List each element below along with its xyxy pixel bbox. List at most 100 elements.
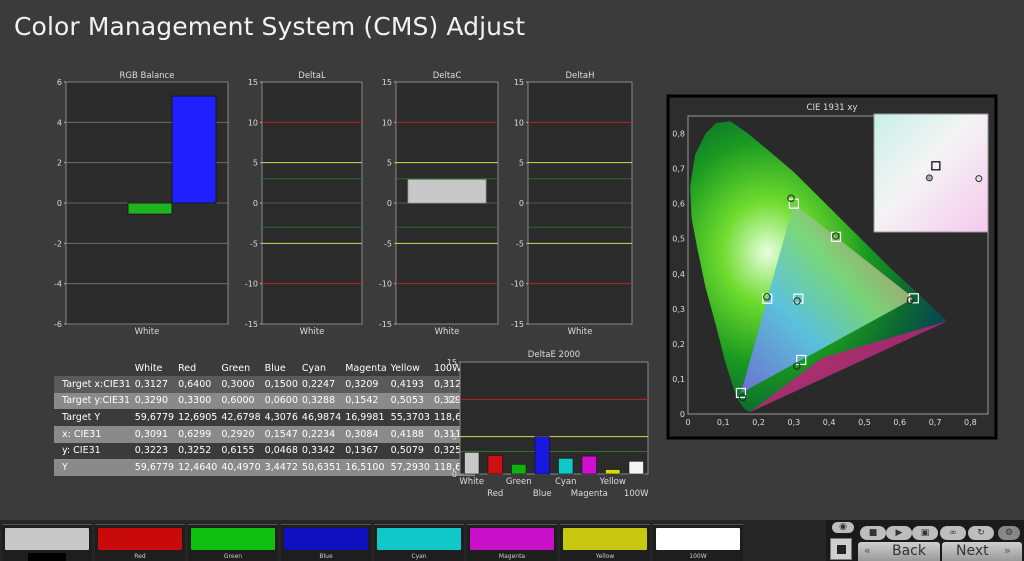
- table-row-label: Target y:CIE31: [54, 392, 133, 410]
- delta-c-tick-label: 10: [382, 118, 392, 127]
- delta-h-category-label: White: [568, 327, 593, 337]
- delta-e-bar: [628, 461, 644, 475]
- table-cell: 16,5100: [343, 459, 389, 476]
- rgb-balance-tick-label: -6: [54, 320, 62, 329]
- table-cell: 0,1547: [262, 425, 300, 443]
- delta-e-bar: [581, 455, 597, 475]
- table-cell: 0,2247: [299, 376, 344, 393]
- delta-l-title: DeltaL: [298, 71, 326, 81]
- swatch-button[interactable]: Blue: [281, 524, 371, 561]
- back-button-label: Back: [892, 543, 926, 559]
- table-cell: 16,9981: [343, 409, 389, 426]
- cie-y-tick-label: 0: [680, 410, 685, 419]
- stop-mini-icon[interactable]: ■: [860, 526, 886, 540]
- table-cell: 0,3084: [343, 425, 389, 443]
- delta-h-tick-label: 10: [514, 118, 524, 127]
- swatch-button[interactable]: 100W: [653, 524, 743, 561]
- table-cell: 0,6400: [176, 376, 220, 393]
- cie-y-tick-label: 0,6: [672, 200, 685, 209]
- swatch-button[interactable]: Green: [188, 524, 278, 561]
- swatch-button[interactable]: Magenta: [467, 524, 557, 561]
- delta-e-category-label: Green: [506, 477, 532, 487]
- delta-e-tick-label: 5: [452, 433, 457, 442]
- table-header-label: [54, 360, 133, 376]
- table-cell: 0,1367: [343, 442, 389, 460]
- delta-e-2000-chart: DeltaE 2000 15 10 5 0WhiteRedGreenBlueCyan Ma…: [447, 350, 649, 499]
- table-cell: 57,2930: [388, 459, 432, 476]
- table-cell: 0,3288: [299, 392, 344, 410]
- table-row: Target Y 59,6779 12,6905 42,6798 4,3076 46,98…: [54, 409, 476, 426]
- measurement-table: White Red Green Blue Cyan Magenta Yellow…: [54, 360, 476, 476]
- table-cell: 0,6299: [176, 425, 220, 443]
- delta-e-bar: [534, 436, 550, 475]
- table-cell: 0,0600: [262, 392, 300, 410]
- swatch-button[interactable]: [2, 524, 92, 561]
- delta-h-tick-label: 15: [514, 78, 524, 87]
- swatch-button[interactable]: Yellow: [560, 524, 650, 561]
- eye-icon[interactable]: ◉: [832, 522, 854, 533]
- swatch-label: Red: [134, 553, 146, 560]
- delta-l-category-label: White: [300, 327, 325, 337]
- delta-e-category-label: Yellow: [599, 477, 626, 487]
- table-cell: 0,3342: [299, 442, 344, 460]
- table-row: y: CIE31 0,3223 0,3252 0,6155 0,0468 0,3342 0,…: [54, 442, 476, 460]
- table-header-green: Green: [219, 360, 263, 376]
- table-cell: 0,4193: [388, 376, 432, 393]
- delta-c-category-label: White: [435, 327, 460, 337]
- double-left-arrow-icon: «: [864, 544, 871, 557]
- delta-c-bar: [407, 179, 487, 204]
- swatch-color: [656, 528, 740, 550]
- delta-c-tick-label: -15: [379, 320, 392, 329]
- table-cell: 0,6155: [219, 442, 263, 460]
- delta-e-category-label: Red: [487, 489, 503, 499]
- refresh-icon[interactable]: ↻: [968, 526, 994, 540]
- delta-c-title: DeltaC: [433, 71, 462, 81]
- cie-x-tick-label: 0: [685, 418, 690, 427]
- cie-x-tick-label: 0,8: [964, 418, 977, 427]
- delta-l-tick-label: 15: [248, 78, 258, 87]
- delta-l-tick-label: -5: [250, 239, 258, 248]
- play-icon[interactable]: ▶: [886, 526, 912, 540]
- table-row-label: y: CIE31: [54, 442, 133, 460]
- selected-indicator: [28, 553, 66, 561]
- swatch-color: [284, 528, 368, 550]
- delta-h-chart: DeltaH 15 10 5 0 -5 -10 -15 White: [511, 71, 633, 337]
- table-cell: 55,3703: [388, 409, 432, 426]
- table-header-white: White: [132, 360, 177, 376]
- table-row-label: Target x:CIE31: [54, 376, 133, 393]
- back-button[interactable]: « Back: [858, 542, 940, 561]
- settings-icon[interactable]: ⚙: [998, 526, 1020, 540]
- swatch-label: Blue: [319, 553, 333, 560]
- save-icon[interactable]: ▣: [912, 526, 938, 540]
- swatch-button[interactable]: Cyan: [374, 524, 464, 561]
- table-cell: 0,5053: [388, 392, 432, 410]
- link-icon[interactable]: ∞: [940, 526, 966, 540]
- table-cell: 0,3223: [132, 442, 177, 460]
- next-button[interactable]: Next »: [942, 542, 1022, 561]
- delta-h-tick-label: -15: [511, 320, 524, 329]
- cie-x-tick-label: 0,1: [717, 418, 730, 427]
- delta-l-chart: DeltaL 15 10 5 0 -5 -10 -15 White: [245, 71, 363, 337]
- swatch-button[interactable]: Red: [95, 524, 185, 561]
- delta-l-tick-label: -15: [245, 320, 258, 329]
- delta-e-category-label: Magenta: [571, 489, 608, 499]
- cie-x-tick-label: 0,6: [893, 418, 906, 427]
- swatch-label: Green: [223, 553, 243, 560]
- next-button-label: Next: [956, 543, 989, 559]
- cie-title: CIE 1931 xy: [807, 103, 858, 113]
- delta-l-tick-label: 0: [253, 199, 258, 208]
- swatch-color: [98, 528, 182, 550]
- table-header-row: White Red Green Blue Cyan Magenta Yellow…: [54, 360, 476, 376]
- delta-c-tick-label: 0: [387, 199, 392, 208]
- rgb-balance-tick-label: -2: [54, 239, 62, 248]
- table-row: Y 59,6779 12,4640 40,4970 3,4472 50,6351 16,51…: [54, 459, 476, 476]
- table-cell: 4,3076: [262, 409, 300, 426]
- swatch-label: 100W: [689, 553, 707, 560]
- table-cell: 0,3000: [219, 376, 263, 393]
- table-cell: 0,3290: [132, 392, 177, 410]
- stop-button[interactable]: [830, 538, 852, 560]
- swatch-color: [191, 528, 275, 550]
- delta-h-tick-label: 5: [519, 159, 524, 168]
- table-cell: 0,4188: [388, 425, 432, 443]
- swatch-color: [563, 528, 647, 550]
